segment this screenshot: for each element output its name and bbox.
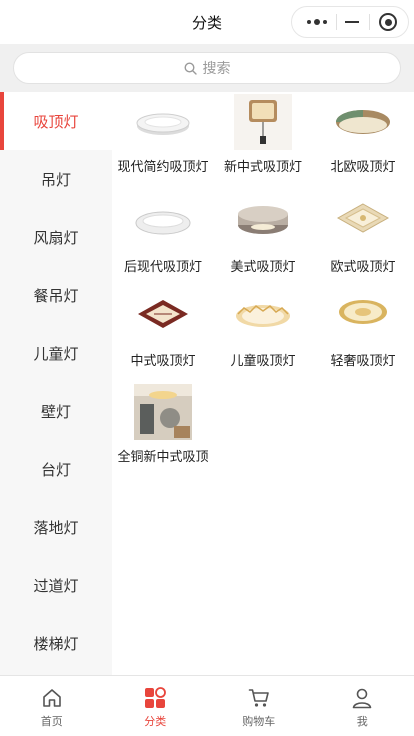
sidebar-item-label: 餐吊灯 — [33, 286, 79, 305]
product-item[interactable]: 欧式吸顶灯 — [312, 194, 414, 275]
minus-icon — [345, 21, 359, 23]
sidebar-item-label: 过道灯 — [33, 576, 79, 595]
tab-cart[interactable]: 购物车 — [207, 676, 311, 736]
tab-category[interactable]: 分类 — [104, 676, 208, 736]
product-name: 全铜新中式吸顶 — [117, 450, 209, 465]
product-name: 轻奢吸顶灯 — [330, 354, 396, 369]
sidebar-item-diaodeng[interactable]: 吊灯 — [0, 150, 112, 208]
sidebar-item-label: 吸顶灯 — [33, 112, 79, 131]
postmodern-white-ceiling-lamp-icon — [134, 194, 192, 250]
product-item[interactable]: 全铜新中式吸顶 — [112, 384, 214, 465]
home-icon — [42, 689, 61, 707]
search-area: 搜索 — [0, 44, 414, 92]
product-name: 儿童吸顶灯 — [230, 354, 296, 369]
close-program-button[interactable] — [370, 7, 406, 37]
category-sidebar: 吸顶灯 吊灯 风扇灯 餐吊灯 儿童灯 壁灯 台灯 落地灯 过道灯 楼梯灯 — [0, 92, 112, 675]
sidebar-item-label: 台灯 — [40, 460, 71, 479]
chinese-square-wood-lamp-icon — [134, 288, 192, 344]
american-silver-ceiling-lamp-icon — [234, 194, 292, 250]
tab-label: 首页 — [40, 715, 63, 728]
tab-label: 我 — [356, 715, 368, 728]
sidebar-item-ertongdeng[interactable]: 儿童灯 — [0, 324, 112, 382]
sidebar-item-fengshandeng[interactable]: 风扇灯 — [0, 208, 112, 266]
product-item[interactable]: 儿童吸顶灯 — [212, 288, 314, 369]
tab-me[interactable]: 我 — [311, 676, 414, 736]
sidebar-item-xidingdeng[interactable]: 吸顶灯 — [0, 92, 112, 150]
sidebar-item-label: 落地灯 — [33, 518, 79, 537]
copper-new-chinese-room-icon — [134, 384, 192, 440]
product-item[interactable]: 新中式吸顶灯 — [212, 94, 314, 175]
user-icon — [352, 688, 372, 709]
tab-home[interactable]: 首页 — [0, 676, 104, 736]
sidebar-item-label: 儿童灯 — [33, 344, 79, 363]
kids-crown-ceiling-lamp-icon — [234, 288, 292, 344]
tab-label: 购物车 — [242, 715, 276, 728]
search-placeholder: 搜索 — [202, 61, 231, 77]
sidebar-item-loutideng[interactable]: 楼梯灯 — [0, 614, 112, 672]
product-grid: 现代简约吸顶灯 新中式吸顶灯 北欧吸顶灯 后现代吸顶灯 美式吸顶灯 欧式吸顶灯 … — [112, 92, 414, 675]
product-item[interactable]: 现代简约吸顶灯 — [112, 94, 214, 175]
tab-label: 分类 — [144, 715, 167, 728]
more-dots-icon — [307, 19, 327, 25]
product-name: 后现代吸顶灯 — [123, 260, 202, 275]
sidebar-item-label: 壁灯 — [40, 402, 71, 421]
sidebar-item-guodaodeng[interactable]: 过道灯 — [0, 556, 112, 614]
product-name: 北欧吸顶灯 — [330, 160, 396, 175]
target-close-icon — [379, 13, 397, 31]
mini-program-capsule — [291, 6, 409, 38]
product-item[interactable]: 北欧吸顶灯 — [312, 94, 414, 175]
european-crystal-square-lamp-icon — [334, 194, 392, 250]
round-white-ceiling-lamp-icon — [134, 94, 192, 150]
sidebar-item-taideng[interactable]: 台灯 — [0, 440, 112, 498]
product-name: 美式吸顶灯 — [230, 260, 296, 275]
sidebar-item-label: 楼梯灯 — [33, 634, 79, 653]
sidebar-item-luodideng[interactable]: 落地灯 — [0, 498, 112, 556]
bottom-tabbar: 首页 分类 购物车 我 — [0, 675, 414, 736]
product-item[interactable]: 中式吸顶灯 — [112, 288, 214, 369]
product-item[interactable]: 后现代吸顶灯 — [112, 194, 214, 275]
sidebar-item-label: 风扇灯 — [33, 228, 79, 247]
product-name: 现代简约吸顶灯 — [117, 160, 209, 175]
sidebar-item-bideng[interactable]: 壁灯 — [0, 382, 112, 440]
sidebar-item-label: 吊灯 — [40, 170, 71, 189]
product-name: 新中式吸顶灯 — [223, 160, 302, 175]
more-menu-button[interactable] — [298, 7, 336, 37]
product-item[interactable]: 轻奢吸顶灯 — [312, 288, 414, 369]
cart-icon — [248, 689, 269, 707]
minimize-button[interactable] — [336, 7, 368, 37]
chinese-lantern-lamp-icon — [234, 94, 292, 150]
product-item[interactable]: 美式吸顶灯 — [212, 194, 314, 275]
product-name: 中式吸顶灯 — [130, 354, 196, 369]
category-icon — [145, 687, 167, 708]
luxury-gold-ceiling-lamp-icon — [334, 288, 392, 344]
product-name: 欧式吸顶灯 — [330, 260, 396, 275]
search-input[interactable]: 搜索 — [13, 52, 401, 84]
nordic-wood-ceiling-lamp-icon — [334, 94, 392, 150]
sidebar-item-candiaodeng[interactable]: 餐吊灯 — [0, 266, 112, 324]
search-icon — [183, 61, 197, 75]
top-navbar: 分类 — [0, 0, 414, 44]
